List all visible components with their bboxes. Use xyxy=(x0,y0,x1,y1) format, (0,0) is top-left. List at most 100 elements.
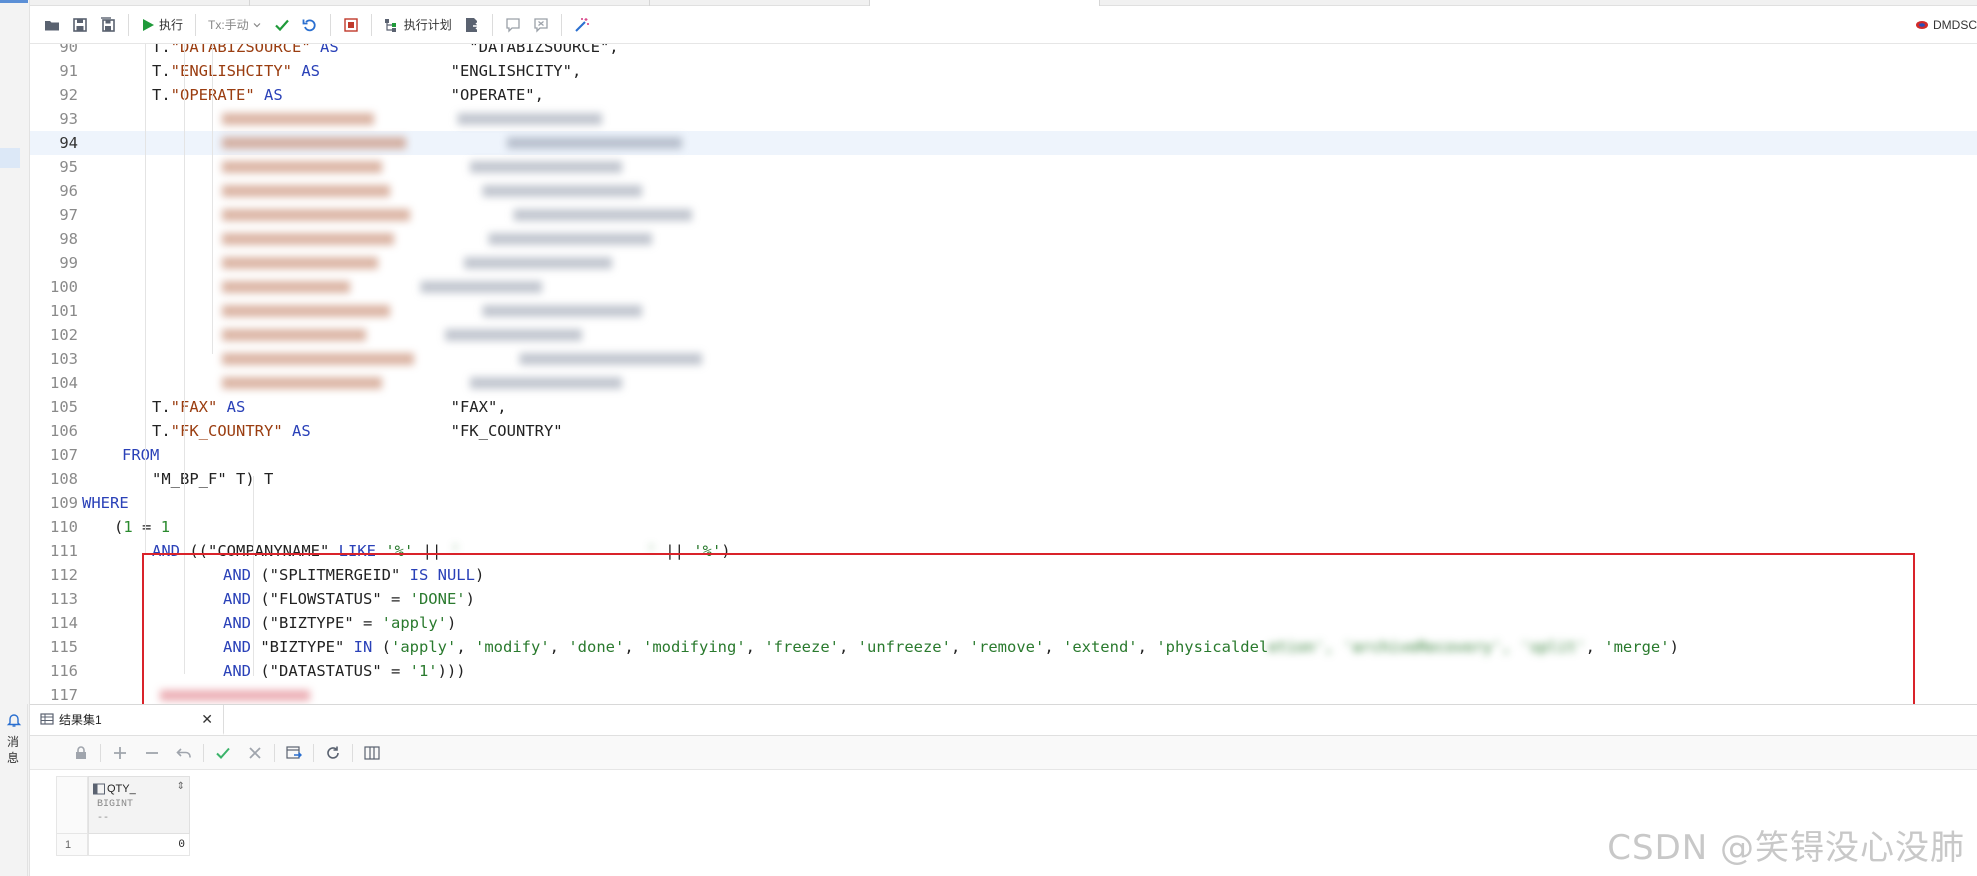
table-cell[interactable]: 0 xyxy=(88,834,190,856)
toolbar-separator xyxy=(128,13,129,36)
redacted-line xyxy=(222,185,642,197)
open-folder-button[interactable] xyxy=(38,12,66,38)
add-row-button[interactable] xyxy=(107,740,133,766)
sql-editor[interactable]: 90 T."DATABIZSOURCE" AS "DATABIZSOURCE", 9… xyxy=(30,44,1977,704)
code-text: T."FAX" AS "FAX", xyxy=(152,395,507,419)
code-line[interactable]: 107 FROM xyxy=(30,443,1977,467)
code-token: "FAX" xyxy=(170,398,218,416)
line-number: 102 xyxy=(50,326,78,344)
save-icon xyxy=(73,17,87,32)
table-icon xyxy=(40,713,54,725)
export-icon xyxy=(465,17,480,32)
toolbar-separator xyxy=(195,13,197,36)
line-number: 112 xyxy=(50,566,78,584)
columns-button[interactable] xyxy=(359,740,385,766)
code-token: = xyxy=(132,518,161,536)
execution-plan-button[interactable]: 执行计划 xyxy=(378,12,458,38)
code-token: "M_BP_F" T xyxy=(152,470,246,488)
code-token: "DATABIZSOURCE", xyxy=(338,44,619,56)
sort-icon[interactable]: ⇕ xyxy=(177,781,185,792)
redacted-line xyxy=(222,329,582,341)
code-text: T."FK_COUNTRY" AS "FK_COUNTRY" xyxy=(152,419,563,443)
stop-button[interactable] xyxy=(337,12,365,38)
export-results-button[interactable] xyxy=(281,740,307,766)
folder-icon xyxy=(45,20,59,30)
connection-label: DMDSC xyxy=(1933,18,1977,32)
line-number: 108 xyxy=(50,470,78,488)
line-number: 110 xyxy=(50,518,78,536)
code-line[interactable]: 109 WHERE xyxy=(30,491,1977,515)
undo-icon xyxy=(302,18,316,31)
stop-icon xyxy=(343,17,358,32)
editor-toolbar: 执行 Tx:手动 执行计划 DMDSC xyxy=(30,6,1977,44)
transaction-mode-label: Tx:手动 xyxy=(208,18,249,32)
line-number: 101 xyxy=(50,302,78,320)
code-line[interactable]: 105 T."FAX" AS "FAX", xyxy=(30,395,1977,419)
code-token: "OPERATE", xyxy=(282,86,544,104)
indent-guide xyxy=(145,44,146,554)
export-button[interactable] xyxy=(458,12,486,38)
code-line[interactable]: 106 T."FK_COUNTRY" AS "FK_COUNTRY" xyxy=(30,419,1977,443)
close-icon[interactable]: ✕ xyxy=(201,711,213,728)
code-token: "FK_COUNTRY" xyxy=(310,422,563,440)
line-number: 115 xyxy=(50,638,78,656)
line-number: 105 xyxy=(50,398,78,416)
refresh-icon xyxy=(327,746,339,759)
toolbar-separator xyxy=(560,13,562,36)
code-text: "M_BP_F" T) T xyxy=(152,467,273,491)
uncomment-icon xyxy=(534,17,548,33)
result-tab-label: 结果集1 xyxy=(59,712,102,727)
tab-result-set-1[interactable]: 结果集1 ✕ xyxy=(30,705,224,735)
toolbar-separator xyxy=(274,743,275,762)
code-line[interactable]: 110 (1 = 1 xyxy=(30,515,1977,539)
code-token: AS xyxy=(282,422,311,440)
code-token: 1 xyxy=(160,518,171,536)
lock-button[interactable] xyxy=(68,740,94,766)
save-button[interactable] xyxy=(66,12,94,38)
left-strip-selection[interactable] xyxy=(0,148,20,168)
row-number[interactable]: 1 xyxy=(56,834,88,856)
toolbar-separator xyxy=(329,13,331,36)
code-line[interactable]: 108 "M_BP_F" T) T xyxy=(30,467,1977,491)
column-nullable: -- xyxy=(97,813,110,824)
line-number: 117 xyxy=(50,686,78,704)
code-line[interactable]: 90 T."DATABIZSOURCE" AS "DATABIZSOURCE", xyxy=(30,44,1977,59)
uncomment-button[interactable] xyxy=(527,12,555,38)
messages-label: 消息 xyxy=(7,735,20,765)
grid-corner[interactable] xyxy=(56,776,88,834)
play-icon xyxy=(143,18,154,31)
lock-icon xyxy=(76,745,86,759)
line-number: 91 xyxy=(59,62,78,80)
messages-sidebar[interactable]: 消息 xyxy=(0,704,28,876)
refresh-button[interactable] xyxy=(320,740,346,766)
code-line[interactable]: 92 T."OPERATE" AS "OPERATE", xyxy=(30,83,1977,107)
code-token: FROM xyxy=(122,446,160,464)
undo-row-button[interactable] xyxy=(171,740,197,766)
format-sql-button[interactable] xyxy=(568,12,596,38)
comment-button[interactable] xyxy=(499,12,527,38)
rollback-button[interactable] xyxy=(296,12,324,38)
comment-icon xyxy=(506,17,520,33)
line-number: 109 xyxy=(50,494,78,512)
delete-row-button[interactable] xyxy=(139,740,165,766)
discard-changes-button[interactable] xyxy=(242,740,268,766)
code-token: AS xyxy=(292,62,320,80)
line-number: 116 xyxy=(50,662,78,680)
commit-button[interactable] xyxy=(268,12,296,38)
column-header-qty[interactable]: QTY_ ⇕ BIGINT -- xyxy=(88,776,190,834)
code-token: T xyxy=(254,470,274,488)
code-token: T. xyxy=(152,398,171,416)
transaction-mode-dropdown[interactable]: Tx:手动 xyxy=(202,12,268,38)
apply-changes-button[interactable] xyxy=(210,740,236,766)
execute-button[interactable]: 执行 xyxy=(135,12,189,38)
minus-icon xyxy=(146,751,158,754)
connection-indicator[interactable]: DMDSC xyxy=(1915,6,1977,44)
redacted-line xyxy=(222,113,602,125)
redacted-line xyxy=(222,377,622,389)
line-number: 98 xyxy=(59,230,78,248)
code-line[interactable]: 91 T."ENGLISHCITY" AS "ENGLISHCITY", xyxy=(30,59,1977,83)
code-token: "FK_COUNTRY" xyxy=(170,422,283,440)
save-all-button[interactable] xyxy=(94,12,122,38)
watermark: CSDN @笑锝没心没肺 xyxy=(1607,828,1965,868)
code-text: T."ENGLISHCITY" AS "ENGLISHCITY", xyxy=(152,59,581,83)
